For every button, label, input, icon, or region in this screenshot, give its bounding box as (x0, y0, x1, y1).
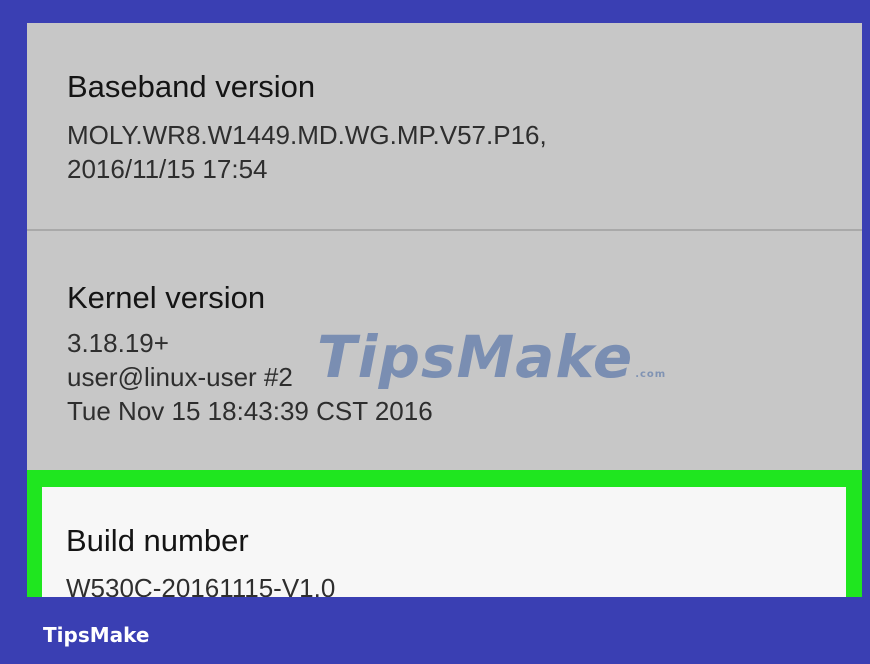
about-phone-screen: Baseband version MOLY.WR8.W1449.MD.WG.MP… (27, 23, 862, 597)
baseband-version-item[interactable]: Baseband version MOLY.WR8.W1449.MD.WG.MP… (27, 69, 862, 186)
baseband-version-value: MOLY.WR8.W1449.MD.WG.MP.V57.P16, 2016/11… (67, 120, 547, 184)
watermark-text: TipsMake (317, 323, 634, 391)
image-frame: Baseband version MOLY.WR8.W1449.MD.WG.MP… (0, 0, 870, 664)
build-number-item[interactable]: Build number W530C-20161115-V1.0 (42, 487, 846, 597)
build-number-highlight: Build number W530C-20161115-V1.0 (27, 470, 862, 597)
build-number-value: W530C-20161115-V1.0 (66, 573, 336, 597)
build-number-title: Build number (66, 523, 249, 558)
watermark-tld: .com (635, 369, 667, 380)
watermark-logo: TipsMake .com (317, 323, 666, 391)
list-divider (27, 229, 862, 231)
baseband-version-title: Baseband version (67, 69, 316, 104)
brand-label: TipsMake (43, 623, 150, 647)
kernel-version-title: Kernel version (67, 280, 266, 315)
